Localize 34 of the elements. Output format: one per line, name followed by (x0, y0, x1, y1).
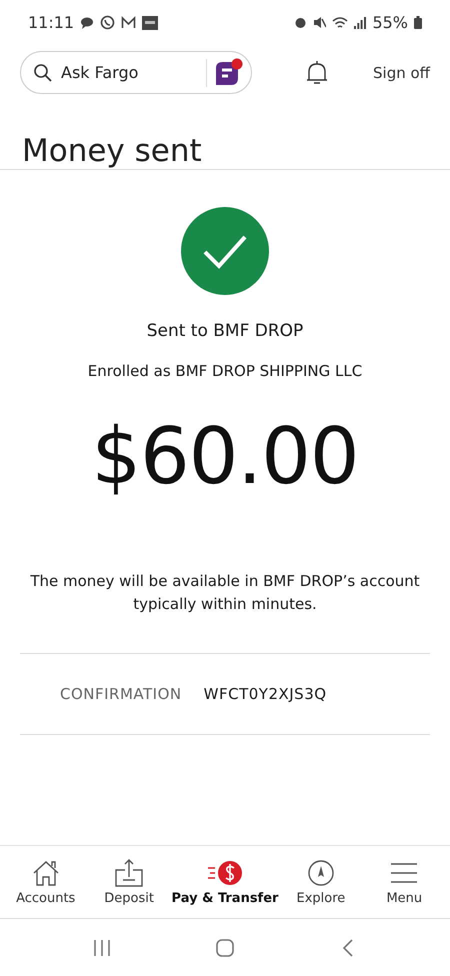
sign-off-link[interactable]: Sign off (373, 64, 430, 82)
wifi-icon (332, 16, 348, 29)
search-icon (33, 62, 53, 82)
battery-percent: 55% (372, 13, 408, 32)
mute-icon (313, 16, 326, 29)
enrolled-text: Enrolled as BMF DROP SHIPPING LLC (88, 362, 362, 380)
app-badge-icon (142, 16, 158, 30)
confirmation-label: CONFIRMATION (60, 685, 182, 703)
dollar-send-icon (206, 858, 244, 888)
phone-bubble-icon (100, 15, 116, 30)
clock-time: 11:11 (28, 13, 74, 32)
checkmark-icon (181, 207, 269, 295)
search-bar[interactable]: Ask Fargo (20, 51, 252, 94)
assistant-logo-icon[interactable] (213, 58, 243, 88)
check-deposit-icon (114, 858, 144, 888)
compass-icon (306, 858, 336, 888)
amount-text: $60.00 (92, 412, 358, 502)
mail-icon (121, 16, 136, 29)
nav-tab[interactable]: Pay & Transfer (170, 846, 280, 918)
battery-icon (414, 16, 422, 29)
recipient-text: Sent to BMF DROP (146, 321, 304, 341)
page-title: Money sent (21, 132, 203, 169)
bell-icon[interactable] (305, 60, 329, 86)
chat-icon (80, 16, 94, 30)
signal-icon (354, 16, 366, 28)
nav-tab[interactable]: Explore (279, 846, 363, 918)
nav-tab[interactable]: Menu (362, 846, 446, 918)
search-field[interactable]: Ask Fargo (59, 62, 200, 83)
availability-message: The money will be available in BMF DROP’s account typically within minutes. (29, 571, 421, 615)
recent-apps-icon[interactable] (92, 938, 112, 958)
home-button-icon[interactable] (214, 938, 235, 958)
nav-tab[interactable]: Deposit (87, 846, 171, 918)
nav-tab[interactable]: Accounts (4, 846, 88, 918)
confirmation-number: WFCT0Y2XJS3Q (204, 685, 327, 703)
